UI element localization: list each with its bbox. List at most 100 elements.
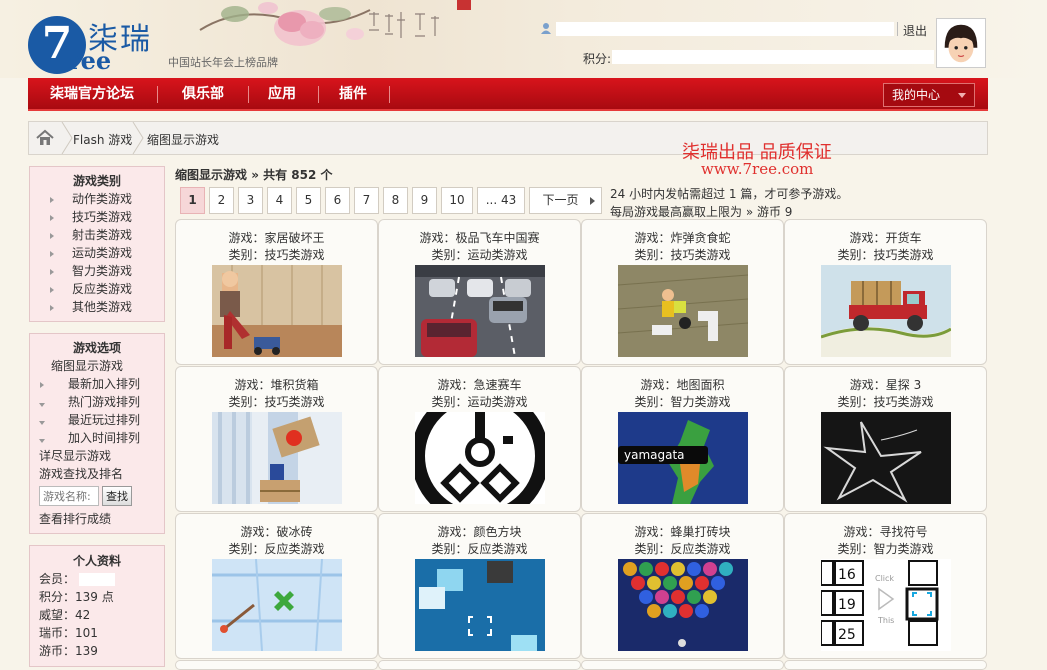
game-card[interactable] <box>378 660 581 670</box>
game-category: 类别：运动类游戏 <box>431 248 528 262</box>
game-category: 类别：反应类游戏 <box>228 542 325 556</box>
game-card[interactable]: 游戏：星探 3 类别：技巧类游戏 <box>784 366 987 512</box>
page-7[interactable]: 7 <box>354 187 379 214</box>
sort-added-time[interactable]: 加入时间排列 <box>30 429 164 447</box>
page-10[interactable]: 10 <box>441 187 473 214</box>
home-icon[interactable] <box>29 122 61 154</box>
nav-item-plugins[interactable]: 插件 <box>339 78 367 111</box>
page-1[interactable]: 1 <box>180 187 205 214</box>
category-item-shooting[interactable]: 射击类游戏 <box>30 226 164 244</box>
game-thumbnail-cars[interactable] <box>414 265 545 357</box>
game-thumbnail-snake[interactable] <box>617 265 748 357</box>
game-card[interactable] <box>784 660 987 670</box>
search-button[interactable]: 查找 <box>102 486 132 506</box>
next-page-button[interactable]: 下一页 <box>529 187 602 214</box>
page-2[interactable]: 2 <box>209 187 234 214</box>
category-item-sports[interactable]: 运动类游戏 <box>30 244 164 262</box>
bullet-icon <box>50 305 54 311</box>
page-8[interactable]: 8 <box>383 187 408 214</box>
game-thumbnail-truck[interactable] <box>820 265 951 357</box>
rule-text-limit: 每局游戏最高赢取上限为 » 游币 9 <box>610 205 793 219</box>
game-card[interactable]: 游戏：蜂巢打砖块 类别：反应类游戏 <box>581 513 784 659</box>
option-thumbnail-view[interactable]: 缩图显示游戏 <box>30 357 164 375</box>
page-3[interactable]: 3 <box>238 187 263 214</box>
bullet-icon <box>50 197 54 203</box>
game-thumbnail-ice[interactable] <box>211 559 342 651</box>
category-item-action[interactable]: 动作类游戏 <box>30 190 164 208</box>
game-card[interactable]: 游戏：地图面积 类别：智力类游戏 yamagata <box>581 366 784 512</box>
game-category: 类别：技巧类游戏 <box>837 395 934 409</box>
game-card[interactable]: 游戏：极品飞车中国赛 类别：运动类游戏 <box>378 219 581 365</box>
category-item-skill[interactable]: 技巧类游戏 <box>30 208 164 226</box>
category-item-reaction[interactable]: 反应类游戏 <box>30 280 164 298</box>
arrow-down-icon <box>39 439 45 443</box>
page-6[interactable]: 6 <box>325 187 350 214</box>
page-5[interactable]: 5 <box>296 187 321 214</box>
game-name: 游戏：极品飞车中国赛 <box>419 231 540 245</box>
option-detail-view[interactable]: 详尽显示游戏 <box>30 447 164 465</box>
user-icon <box>541 23 551 34</box>
game-category: 类别：智力类游戏 <box>634 395 731 409</box>
arrow-down-icon <box>39 421 45 425</box>
arrow-right-icon <box>40 382 44 388</box>
my-center-dropdown[interactable]: 我的中心 <box>883 83 975 107</box>
member-name-field <box>78 573 115 586</box>
promo-url[interactable]: www.7ree.com <box>701 160 813 178</box>
logout-link[interactable]: 退出 <box>903 22 927 39</box>
map-label: yamagata <box>624 448 685 462</box>
game-thumbnail-star[interactable] <box>820 412 951 504</box>
calligraphy-decoration-icon <box>369 12 439 38</box>
nav-item-official-forum[interactable]: 柒瑞官方论坛 <box>50 78 134 111</box>
game-card[interactable]: 游戏：颜色方块 类别：反应类游戏 <box>378 513 581 659</box>
game-category: 类别：技巧类游戏 <box>837 248 934 262</box>
nav-item-apps[interactable]: 应用 <box>268 78 296 111</box>
site-logo[interactable]: 7 ree 柒瑞 <box>28 14 168 75</box>
symbol-number: 16 <box>838 567 856 583</box>
game-thumbnail-boxes[interactable] <box>211 412 342 504</box>
nav-item-club[interactable]: 俱乐部 <box>182 78 224 111</box>
game-thumbnail-circuit[interactable] <box>414 412 545 504</box>
game-thumbnail-symbols[interactable]: 16 19 25 Click This <box>820 559 951 651</box>
sort-popular[interactable]: 热门游戏排列 <box>30 393 164 411</box>
my-center-label: 我的中心 <box>892 88 941 102</box>
game-card[interactable]: 游戏：破冰砖 类别：反应类游戏 <box>175 513 378 659</box>
game-category: 类别：技巧类游戏 <box>634 248 731 262</box>
page-last[interactable]: ... 43 <box>477 187 525 214</box>
game-card[interactable]: 游戏：堆积货箱 类别：技巧类游戏 <box>175 366 378 512</box>
game-name: 游戏：星探 3 <box>849 378 922 392</box>
divider <box>897 22 898 36</box>
category-item-other[interactable]: 其他类游戏 <box>30 298 164 316</box>
game-card[interactable] <box>581 660 784 670</box>
bullet-icon <box>50 233 54 239</box>
game-card[interactable] <box>175 660 378 670</box>
game-search-input[interactable] <box>39 486 99 506</box>
sort-recent-played[interactable]: 最近玩过排列 <box>30 411 164 429</box>
avatar[interactable] <box>936 18 986 68</box>
game-thumbnail-kid[interactable] <box>211 265 342 357</box>
page-4[interactable]: 4 <box>267 187 292 214</box>
search-label: 游戏查找及排名 <box>39 467 124 481</box>
bullet-icon <box>50 215 54 221</box>
site-header: 7 ree 柒瑞 中国站长年会上榜品牌 退出 积分: <box>0 0 1047 78</box>
game-card[interactable]: 游戏：寻找符号 类别：智力类游戏 16 19 25 Click This <box>784 513 987 659</box>
profile-member: 会员： <box>30 570 164 588</box>
breadcrumb-separator-icon <box>132 122 144 154</box>
game-card[interactable]: 游戏：开货车 类别：技巧类游戏 <box>784 219 987 365</box>
game-card[interactable]: 游戏：急速赛车 类别：运动类游戏 <box>378 366 581 512</box>
username-field[interactable] <box>556 22 894 36</box>
game-thumbnail-bubbles[interactable] <box>617 559 748 651</box>
breadcrumb: Flash 游戏 缩图显示游戏 <box>28 121 988 155</box>
category-item-puzzle[interactable]: 智力类游戏 <box>30 262 164 280</box>
options-title: 游戏选项 <box>72 341 121 355</box>
profile-prestige: 威望：42 <box>39 608 91 622</box>
page-9[interactable]: 9 <box>412 187 437 214</box>
bullet-icon <box>50 269 54 275</box>
profile-panel: 个人资料 会员： 积分：139 点 威望：42 瑞币：101 游币：139 <box>29 545 165 667</box>
ranking-link[interactable]: 查看排行成绩 <box>30 510 164 528</box>
sort-latest[interactable]: 最新加入排列 <box>30 375 164 393</box>
game-thumbnail-map[interactable]: yamagata <box>617 412 748 504</box>
game-thumbnail-colorblock[interactable] <box>414 559 545 651</box>
game-card[interactable]: 游戏：家居破坏王 类别：技巧类游戏 <box>175 219 378 365</box>
game-card[interactable]: 游戏：炸弹贪食蛇 类别：技巧类游戏 <box>581 219 784 365</box>
breadcrumb-item-flash-games[interactable]: Flash 游戏 <box>73 131 132 148</box>
